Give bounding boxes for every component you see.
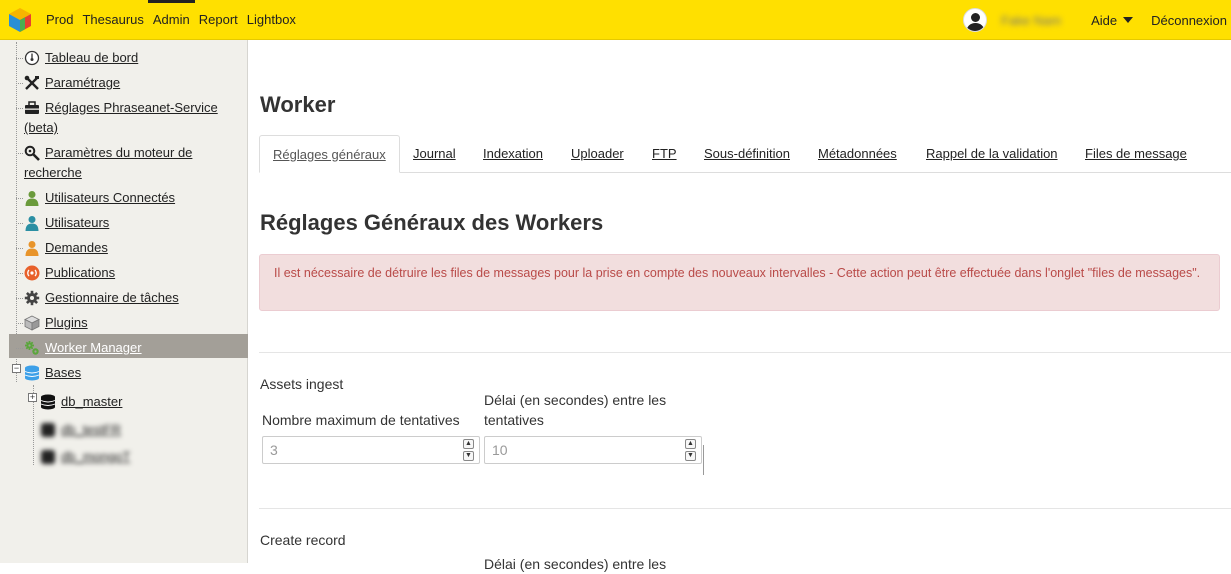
sidebar-item-label: Demandes	[45, 240, 108, 255]
toolbox-icon	[25, 101, 39, 114]
user-green-icon	[25, 191, 39, 206]
nav-lightbox[interactable]: Lightbox	[247, 0, 296, 40]
nav-report[interactable]: Report	[199, 0, 238, 40]
dashboard-icon	[24, 50, 40, 66]
sidebar-item-database[interactable]: db_testFR	[40, 420, 121, 440]
sidebar-item-bases[interactable]: Bases	[24, 363, 81, 383]
sidebar-item-worker-manager[interactable]: Worker Manager	[24, 338, 142, 358]
max-attempts-label: Nombre maximum de tentatives	[262, 412, 460, 428]
chevron-up-icon[interactable]: ▲	[463, 439, 474, 449]
tab-uploader[interactable]: Uploader	[558, 135, 637, 171]
delay-input[interactable]: 10 ▲ ▼	[484, 436, 702, 464]
sidebar-item-label: Tableau de bord	[45, 50, 139, 65]
collapse-bases-toggle[interactable]: −	[12, 364, 21, 373]
divider	[259, 508, 1231, 509]
delay-value: 10	[492, 442, 508, 458]
max-attempts-stepper[interactable]: ▲ ▼	[463, 439, 475, 461]
admin-sidebar: Tableau de bord Paramétrage Réglages Phr…	[0, 40, 248, 563]
gear-icon	[24, 290, 40, 306]
user-orange-icon	[25, 241, 39, 256]
sidebar-item-label: Réglages Phraseanet-Service	[45, 100, 218, 115]
sidebar-item-publications[interactable]: Publications	[24, 263, 115, 283]
delay-label: Délai (en secondes) entre les	[484, 556, 667, 572]
page-title: Worker	[260, 92, 336, 117]
sidebar-item-connected-users[interactable]: Utilisateurs Connectés	[24, 188, 175, 208]
tab-general-settings[interactable]: Réglages généraux	[259, 135, 400, 173]
sidebar-item-dashboard[interactable]: Tableau de bord	[24, 48, 138, 68]
user-area: Fake Nam Aide Déconnexion	[963, 0, 1231, 40]
sidebar-item-label: db_master	[61, 394, 123, 409]
sidebar-item-label: Gestionnaire de tâches	[45, 290, 179, 305]
expand-db-toggle[interactable]: +	[28, 393, 37, 402]
sidebar-item-label: Utilisateurs Connectés	[45, 190, 176, 205]
delay-label: Délai (en secondes) entre les tentatives	[484, 392, 667, 428]
sidebar-item-label: Plugins	[45, 315, 88, 330]
tree-line	[16, 42, 17, 382]
username[interactable]: Fake Nam	[1001, 13, 1061, 28]
database-black-icon	[41, 423, 55, 437]
tab-validation-reminder[interactable]: Rappel de la validation	[913, 135, 1071, 171]
tab-message-queues[interactable]: Files de message	[1072, 135, 1200, 171]
sidebar-item-label: Utilisateurs	[45, 215, 110, 230]
nav-thesaurus[interactable]: Thesaurus	[82, 0, 143, 40]
main-nav: Prod Thesaurus Admin Report Lightbox	[46, 0, 305, 40]
tab-ftp[interactable]: FTP	[639, 135, 690, 171]
gears-green-icon	[25, 341, 39, 355]
sidebar-item-label: Publications	[45, 265, 116, 280]
database-black-icon	[40, 394, 56, 410]
group-title-create-record: Create record	[260, 532, 346, 548]
logout-link[interactable]: Déconnexion	[1151, 13, 1227, 28]
sidebar-item-label-2: (beta)	[24, 120, 58, 135]
tools-icon	[24, 75, 39, 90]
avatar[interactable]	[963, 8, 988, 32]
sidebar-item-task-manager[interactable]: Gestionnaire de tâches	[24, 288, 179, 308]
database-black-icon	[41, 450, 55, 464]
user-blue-icon	[25, 216, 39, 231]
sidebar-item-label: db_mongoT	[61, 449, 131, 464]
sidebar-item-database[interactable]: db_master	[40, 392, 122, 412]
sidebar-item-requests[interactable]: Demandes	[24, 238, 108, 258]
rss-icon	[24, 265, 40, 281]
main-content: Worker Réglages généraux Journal Indexat…	[248, 40, 1231, 572]
chevron-down-icon[interactable]: ▼	[463, 451, 474, 461]
chevron-down-icon[interactable]	[1123, 17, 1134, 23]
group-title-assets-ingest: Assets ingest	[260, 376, 344, 392]
chevron-up-icon[interactable]: ▲	[685, 439, 696, 449]
sidebar-item-plugins[interactable]: Plugins	[24, 313, 88, 333]
max-attempts-value: 3	[270, 442, 278, 458]
sidebar-item-phraseanet-service[interactable]: Réglages Phraseanet-Service (beta)	[24, 98, 245, 138]
section-title: Réglages Généraux des Workers	[260, 210, 604, 235]
max-attempts-input[interactable]: 3 ▲ ▼	[262, 436, 480, 464]
sidebar-item-label: Worker Manager	[45, 340, 142, 355]
help-menu[interactable]: Aide	[1091, 13, 1117, 28]
sidebar-item-label: Bases	[45, 365, 82, 380]
divider	[259, 352, 1231, 353]
sidebar-item-settings[interactable]: Paramétrage	[24, 73, 120, 93]
delay-stepper[interactable]: ▲ ▼	[685, 439, 697, 461]
tab-indexation[interactable]: Indexation	[470, 135, 556, 171]
search-gear-icon	[24, 145, 40, 161]
warning-alert: Il est nécessaire de détruire les files …	[259, 254, 1220, 311]
chevron-down-icon[interactable]: ▼	[685, 451, 696, 461]
sidebar-item-label: Paramétrage	[45, 75, 121, 90]
tab-bar: Réglages généraux Journal Indexation Upl…	[259, 135, 1231, 173]
resize-edge	[703, 445, 704, 475]
sidebar-item-label: db_testFR	[61, 422, 121, 437]
sidebar-item-database[interactable]: db_mongoT	[40, 447, 130, 467]
sidebar-item-label-2: recherche	[24, 165, 82, 180]
tab-metadata[interactable]: Métadonnées	[805, 135, 910, 171]
sidebar-item-users[interactable]: Utilisateurs	[24, 213, 109, 233]
sidebar-item-search-engine[interactable]: Paramètres du moteur de recherche	[24, 143, 245, 183]
database-blue-icon	[24, 365, 40, 381]
top-bar: Prod Thesaurus Admin Report Lightbox Fak…	[0, 0, 1231, 40]
phraseanet-logo-icon[interactable]	[8, 7, 32, 33]
nav-prod[interactable]: Prod	[46, 0, 73, 40]
tab-journal[interactable]: Journal	[400, 135, 469, 171]
tab-subdefinition[interactable]: Sous-définition	[691, 135, 803, 171]
cube-icon	[24, 315, 40, 331]
nav-admin[interactable]: Admin	[147, 0, 195, 40]
sidebar-item-label: Paramètres du moteur de	[45, 145, 193, 160]
